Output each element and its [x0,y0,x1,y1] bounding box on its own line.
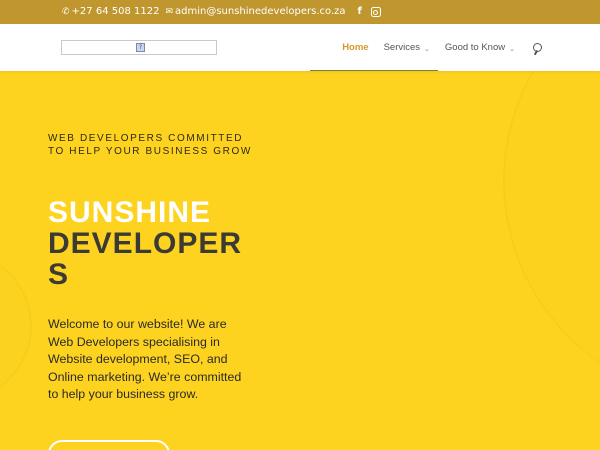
nav-item-label: Good to Know [444,42,506,53]
hero-title: SUNSHINE DEVELOPERS [48,197,248,290]
hero-section: WEB DEVELOPERS COMMITTED TO HELP YOUR BU… [0,71,600,450]
email-link[interactable]: ✉ admin@sunshinedevelopers.co.za [165,0,345,24]
site-logo[interactable]: ? [61,40,217,55]
facebook-icon[interactable]: f [358,0,362,24]
phone-number: +27 64 508 1122 [71,6,160,17]
nav-item-good-to-know[interactable]: Good to Know ⌄ [445,42,515,53]
chevron-down-icon: ⌄ [424,45,430,53]
hero-title-line1: SUNSHINE [48,196,212,229]
contact-info: ✆ +27 64 508 1122 ✉ admin@sunshinedevelo… [62,0,381,24]
email-icon: ✉ [165,7,173,17]
instagram-icon[interactable] [370,7,381,17]
hero-tagline: WEB DEVELOPERS COMMITTED TO HELP YOUR BU… [48,133,252,157]
hero-title-line2: DEVELOPERS [48,227,243,291]
main-nav: Home Services ⌄ Good to Know ⌄ [342,24,542,71]
nav-item-label: Home [342,42,369,53]
chevron-down-icon: ⌄ [509,45,515,53]
decorative-circle [505,71,600,401]
phone-icon: ✆ [62,7,70,17]
hero-cta-button[interactable] [48,440,170,450]
email-address: admin@sunshinedevelopers.co.za [175,6,346,17]
nav-item-home[interactable]: Home [342,42,368,53]
nav-item-services[interactable]: Services ⌄ [384,42,430,53]
site-header: ? Home Services ⌄ Good to Know ⌄ [0,24,600,71]
decorative-circle [0,251,30,401]
top-bar: ✆ +27 64 508 1122 ✉ admin@sunshinedevelo… [0,0,600,24]
broken-image-icon: ? [136,43,145,52]
nav-item-label: Services [383,42,421,53]
dropdown-edge [310,70,438,71]
social-links: f [358,0,381,24]
phone-link[interactable]: ✆ +27 64 508 1122 [62,0,159,24]
hero-intro: Welcome to our website! We are Web Devel… [48,317,242,402]
search-icon[interactable] [533,43,542,52]
